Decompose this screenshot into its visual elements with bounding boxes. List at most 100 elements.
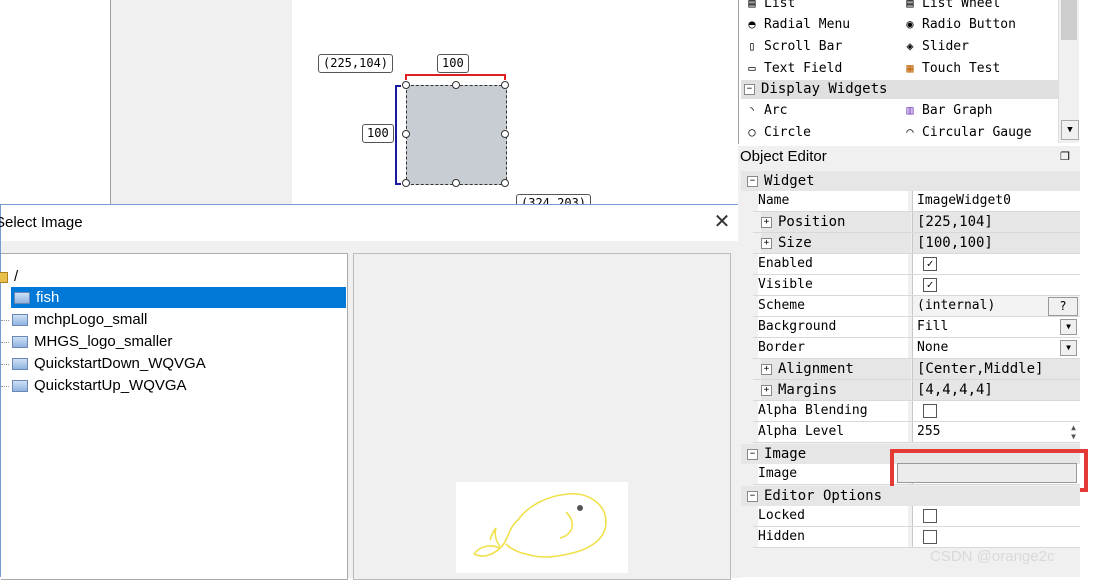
property-alpha-blending[interactable]: Alpha Blending	[753, 401, 1080, 422]
property-border[interactable]: Border None ▼	[753, 338, 1080, 359]
border-select[interactable]: None	[917, 340, 948, 355]
palette-group-header[interactable]: − Display Widgets	[744, 79, 887, 100]
resize-handle-s[interactable]	[452, 179, 460, 187]
palette-item-slider[interactable]: ◈ Slider	[902, 36, 969, 57]
palette-item-text-field[interactable]: ▭ Text Field	[744, 58, 842, 79]
tree-item-label: QuickstartUp_WQVGA	[34, 377, 187, 394]
property-size[interactable]: + Size [100,100]	[753, 233, 1080, 254]
expand-icon: +	[761, 237, 772, 249]
tree-item-fish[interactable]: fish	[11, 287, 346, 308]
alpha-level-value[interactable]: 255	[917, 424, 940, 439]
radio-button-icon: ◉	[906, 17, 914, 31]
radial-menu-icon: ◓	[748, 17, 756, 31]
scheme-value[interactable]: (internal)	[917, 298, 995, 313]
position-value[interactable]: [225,104]	[912, 212, 1080, 232]
property-margins[interactable]: + Margins [4,4,4,4]	[753, 380, 1080, 401]
property-hidden[interactable]: Hidden	[753, 527, 1080, 548]
tree-root[interactable]: /	[0, 266, 18, 287]
chevron-down-icon[interactable]: ▼	[1060, 340, 1077, 356]
alpha-blending-checkbox[interactable]	[923, 404, 937, 418]
list-wheel-icon: ▤	[906, 0, 914, 10]
tree-item-label: QuickstartDown_WQVGA	[34, 355, 206, 372]
tree-item[interactable]: QuickstartUp_WQVGA	[1, 375, 187, 396]
tree-item-label: MHGS_logo_smaller	[34, 333, 173, 350]
dialog-titlebar[interactable]: Select Image ✕	[0, 205, 741, 241]
float-window-icon[interactable]: ❐	[1060, 146, 1070, 168]
arc-icon: ◝	[748, 103, 756, 117]
enabled-checkbox[interactable]: ✓	[923, 257, 937, 271]
slider-icon: ◈	[906, 39, 914, 53]
palette-item-radio-button[interactable]: ◉ Radio Button	[902, 14, 1016, 35]
palette-item-circular-gauge[interactable]: ◠ Circular Gauge	[902, 122, 1031, 143]
scheme-help-button[interactable]: ?	[1048, 297, 1078, 316]
tree-item[interactable]: mchpLogo_small	[1, 309, 147, 330]
palette-item-touch-test[interactable]: ▦ Touch Test	[902, 58, 1000, 79]
circular-gauge-icon: ◠	[906, 125, 914, 139]
property-visible[interactable]: Visible ✓	[753, 275, 1080, 296]
collapse-icon: −	[747, 175, 758, 187]
image-tree[interactable]: / fish mchpLogo_small MHGS_logo_smaller …	[0, 253, 348, 580]
tree-item[interactable]: MHGS_logo_smaller	[1, 331, 172, 352]
scroll-bar-icon: ▯	[748, 39, 756, 53]
collapse-icon: −	[747, 490, 758, 502]
bar-graph-icon: ▥	[906, 103, 914, 117]
fish-preview-image	[456, 482, 628, 573]
property-alignment[interactable]: + Alignment [Center,Middle]	[753, 359, 1080, 380]
property-enabled[interactable]: Enabled ✓	[753, 254, 1080, 275]
resize-handle-nw[interactable]	[402, 81, 410, 89]
image-widget[interactable]	[406, 85, 507, 185]
spinner-icon[interactable]: ▲ ▼	[1071, 423, 1076, 441]
image-preview-panel	[353, 253, 731, 580]
palette-item-circle[interactable]: ○ Circle	[744, 122, 811, 143]
background-select[interactable]: Fill	[917, 319, 948, 334]
palette-item-arc[interactable]: ◝ Arc	[744, 100, 787, 121]
resize-handle-ne[interactable]	[501, 81, 509, 89]
folder-icon	[0, 271, 8, 283]
close-button[interactable]: ✕	[711, 211, 733, 233]
visible-checkbox[interactable]: ✓	[923, 278, 937, 292]
resize-handle-w[interactable]	[402, 130, 410, 138]
expand-icon: +	[761, 216, 772, 228]
dialog-title: Select Image	[0, 214, 83, 231]
category-widget[interactable]: − Widget	[741, 171, 1080, 191]
property-name[interactable]: Name ImageWidget0	[753, 191, 1080, 212]
resize-handle-n[interactable]	[452, 81, 460, 89]
locked-checkbox[interactable]	[923, 509, 937, 523]
tree-item[interactable]: QuickstartDown_WQVGA	[1, 353, 206, 374]
palette-item-bar-graph[interactable]: ▥ Bar Graph	[902, 100, 992, 121]
alignment-value[interactable]: [Center,Middle]	[912, 359, 1080, 379]
expand-icon: +	[761, 363, 772, 375]
height-indicator	[395, 85, 401, 185]
resize-handle-sw[interactable]	[402, 179, 410, 187]
property-scheme[interactable]: Scheme (internal)?	[753, 296, 1080, 317]
palette-item-list[interactable]: ▤ List	[744, 0, 795, 14]
scrollbar-thumb[interactable]	[1061, 0, 1077, 40]
resize-handle-se[interactable]	[501, 179, 509, 187]
palette-item-radial-menu[interactable]: ◓ Radial Menu	[744, 14, 850, 35]
palette-item-list-wheel[interactable]: ▤ List Wheel	[902, 0, 1000, 14]
scroll-down-icon[interactable]: ▼	[1061, 120, 1079, 140]
property-alpha-level[interactable]: Alpha Level 255 ▲ ▼	[753, 422, 1080, 443]
resize-handle-e[interactable]	[501, 130, 509, 138]
text-field-icon: ▭	[748, 61, 756, 75]
image-file-icon	[14, 292, 30, 305]
property-background[interactable]: Background Fill ▼	[753, 317, 1080, 338]
size-value[interactable]: [100,100]	[912, 233, 1080, 253]
category-editor-options[interactable]: − Editor Options	[741, 486, 1080, 506]
palette-scrollbar[interactable]: ▼	[1058, 0, 1079, 143]
height-label: 100	[362, 124, 394, 143]
property-position[interactable]: + Position [225,104]	[753, 212, 1080, 233]
property-locked[interactable]: Locked	[753, 506, 1080, 527]
chevron-down-icon[interactable]: ▼	[1060, 319, 1077, 335]
hidden-checkbox[interactable]	[923, 530, 937, 544]
palette-item-scroll-bar[interactable]: ▯ Scroll Bar	[744, 36, 842, 57]
margins-value[interactable]: [4,4,4,4]	[912, 380, 1080, 400]
position-label: (225,104)	[318, 54, 394, 73]
select-image-dialog: Select Image ✕ / fish mchpLogo_small MHG…	[0, 204, 742, 580]
width-indicator	[405, 74, 506, 80]
name-value[interactable]: ImageWidget0	[912, 191, 1080, 211]
tree-item-label: fish	[36, 289, 60, 306]
collapse-icon: −	[744, 83, 755, 95]
object-editor-title: Object Editor	[740, 148, 827, 165]
image-file-icon	[12, 336, 28, 349]
